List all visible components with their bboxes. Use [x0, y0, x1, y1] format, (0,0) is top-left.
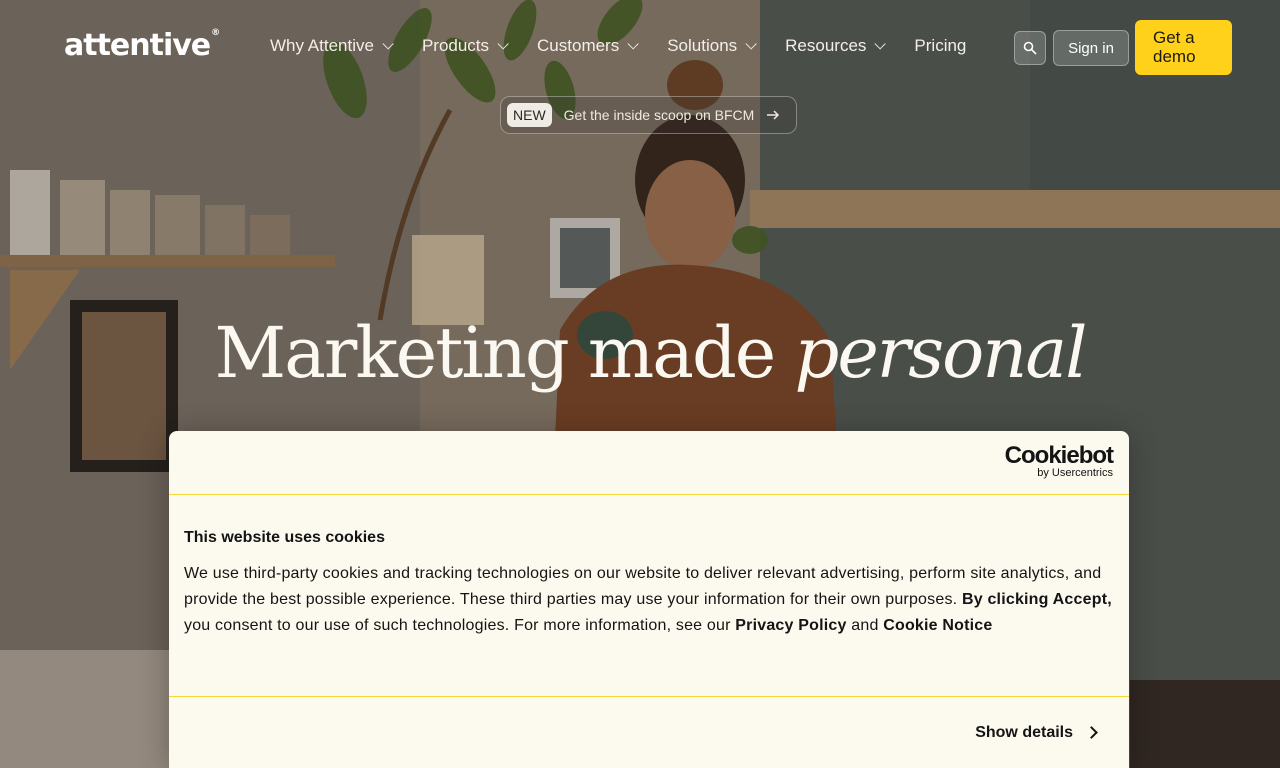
new-badge: NEW: [507, 103, 552, 127]
cookie-body: This website uses cookies We use third-p…: [169, 495, 1129, 697]
menu-label: Customers: [537, 36, 620, 55]
main-menu: Why Attentive Products Customers Solutio…: [270, 36, 966, 56]
search-icon: [1023, 41, 1037, 55]
menu-why-attentive[interactable]: Why Attentive: [270, 36, 394, 56]
menu-customers[interactable]: Customers: [537, 36, 639, 56]
cookie-notice-link[interactable]: Cookie Notice: [883, 617, 992, 634]
announcement-pill[interactable]: NEW Get the inside scoop on BFCM: [500, 96, 797, 134]
headline-main: Marketing made: [214, 312, 777, 394]
cookie-text-bold: By clicking Accept,: [961, 591, 1112, 608]
menu-label: Pricing: [914, 36, 967, 55]
menu-label: Products: [421, 36, 490, 55]
chevron-down-icon: [874, 38, 887, 50]
registered-mark: ®: [211, 28, 220, 38]
cookie-description: We use third-party cookies and tracking …: [184, 561, 1114, 639]
menu-label: Solutions: [667, 36, 738, 55]
menu-solutions[interactable]: Solutions: [667, 36, 757, 56]
search-button[interactable]: [1014, 31, 1046, 65]
cookiebot-brand: Cookiebot: [1004, 442, 1114, 469]
chevron-down-icon: [497, 38, 509, 50]
logo-text: attentive: [64, 28, 211, 63]
arrow-right-icon: [767, 110, 780, 120]
announcement-text: Get the inside scoop on BFCM: [563, 107, 755, 123]
chevron-down-icon: [627, 38, 639, 50]
menu-label: Why Attentive: [270, 36, 374, 55]
cookie-consent-dialog: Cookiebot by Usercentrics This website u…: [169, 431, 1129, 768]
cookie-text-part: you consent to our use of such technolog…: [184, 617, 736, 634]
menu-label: Resources: [785, 36, 867, 55]
cookiebot-logo[interactable]: Cookiebot by Usercentrics: [1004, 442, 1114, 480]
sign-in-button[interactable]: Sign in: [1053, 30, 1129, 66]
cookie-text-part: and: [846, 617, 884, 634]
menu-pricing[interactable]: Pricing: [914, 36, 966, 56]
attentive-logo[interactable]: attentive®: [64, 28, 220, 63]
hero-headline: Marketing made personal: [0, 312, 1280, 394]
chevron-right-icon[interactable]: [1085, 726, 1098, 739]
show-details-button[interactable]: Show details: [975, 724, 1073, 742]
chevron-down-icon: [382, 38, 394, 50]
get-demo-button[interactable]: Get a demo: [1135, 20, 1232, 75]
menu-products[interactable]: Products: [421, 36, 509, 56]
cookie-title: This website uses cookies: [184, 529, 385, 546]
headline-italic: personal: [794, 312, 1088, 394]
privacy-policy-link[interactable]: Privacy Policy: [735, 617, 846, 634]
chevron-down-icon: [745, 38, 757, 50]
top-navigation: attentive® Why Attentive Products Custom…: [0, 0, 1280, 96]
cookie-footer: Show details: [169, 697, 1129, 767]
menu-resources[interactable]: Resources: [785, 36, 887, 56]
cookie-header: Cookiebot by Usercentrics: [169, 431, 1129, 495]
